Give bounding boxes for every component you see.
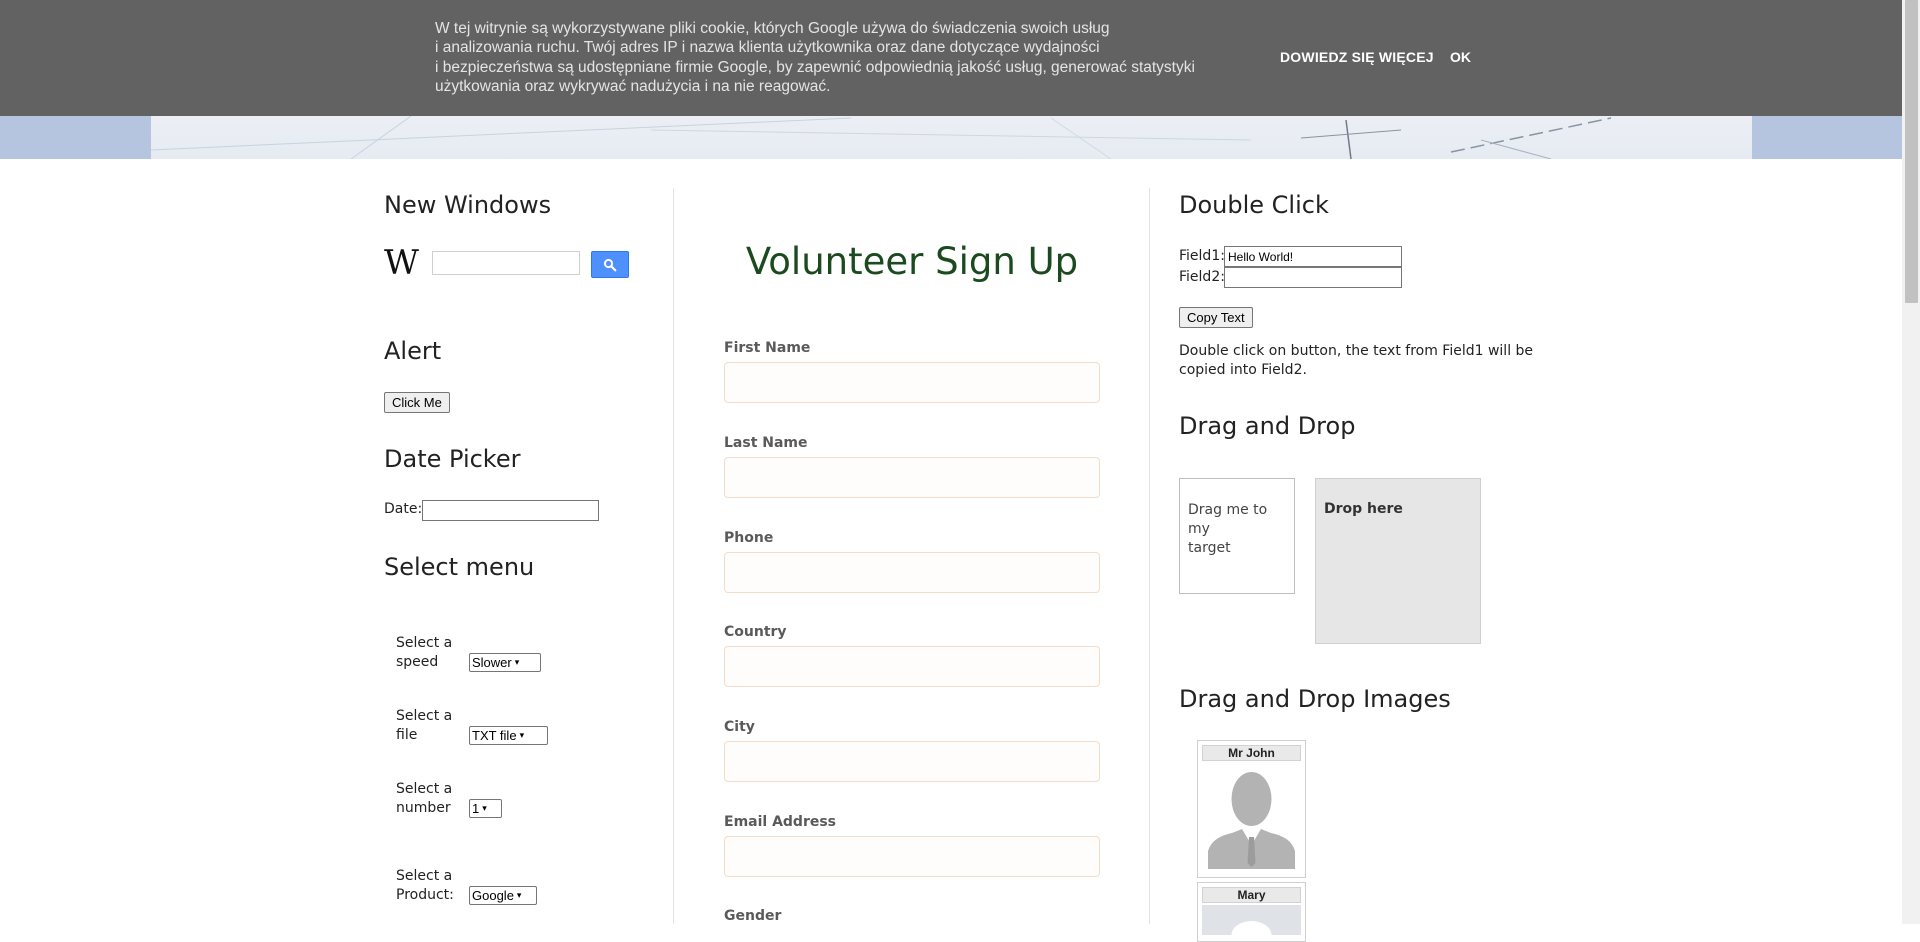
city-label: City xyxy=(724,719,755,735)
field1-label: Field1: xyxy=(1179,248,1225,264)
number-select-value: 1 xyxy=(472,801,480,816)
country-label: Country xyxy=(724,624,787,640)
search-icon xyxy=(603,258,617,271)
first-name-label: First Name xyxy=(724,340,811,356)
cookie-message-line: i analizowania ruchu. Twój adres IP i na… xyxy=(435,39,1100,57)
product-label-line: Product: xyxy=(396,887,454,903)
copy-text-button[interactable]: Copy Text xyxy=(1179,307,1253,328)
gallery-item-mr-john[interactable]: Mr John xyxy=(1197,740,1306,878)
country-input[interactable] xyxy=(724,646,1100,687)
person-avatar-icon xyxy=(1202,905,1301,935)
speed-select[interactable]: Slower ▾ xyxy=(469,653,541,672)
wikipedia-logo: W xyxy=(384,243,419,283)
last-name-label: Last Name xyxy=(724,435,808,451)
chevron-down-icon: ▾ xyxy=(482,803,487,813)
learn-more-link[interactable]: DOWIEDZ SIĘ WIĘCEJ xyxy=(1280,49,1434,65)
chevron-down-icon: ▾ xyxy=(514,657,520,667)
speed-select-value: Slower xyxy=(472,655,512,670)
number-select[interactable]: 1 ▾ xyxy=(469,799,502,818)
copy-description-line: Double click on button, the text from Fi… xyxy=(1179,343,1534,359)
number-label-line: number xyxy=(396,800,451,816)
alert-title: Alert xyxy=(384,337,442,365)
column-divider xyxy=(1149,188,1150,924)
column-divider xyxy=(673,188,674,924)
speed-select-label: Select a speed xyxy=(396,634,466,672)
file-select-label: Select a file xyxy=(396,707,466,745)
copy-description: Double click on button, the text from Fi… xyxy=(1179,342,1533,380)
product-label-line: Select a xyxy=(396,868,453,884)
number-label-line: Select a xyxy=(396,781,453,797)
field1-input[interactable] xyxy=(1224,246,1402,267)
date-label: Date: xyxy=(384,501,423,517)
gallery-item-name: Mary xyxy=(1202,887,1301,903)
scrollbar-thumb[interactable] xyxy=(1905,0,1918,303)
chevron-down-icon: ▾ xyxy=(516,890,522,900)
cookie-message-line: użytkowania oraz wykrywać nadużycia i na… xyxy=(435,77,831,95)
first-name-input[interactable] xyxy=(724,362,1100,403)
file-select-value: TXT file xyxy=(472,728,517,743)
file-label-line: file xyxy=(396,727,418,743)
drag-drop-title: Drag and Drop xyxy=(1179,412,1356,440)
speed-label-line: Select a xyxy=(396,635,453,651)
gallery-item-mary[interactable]: Mary xyxy=(1197,882,1306,942)
draggable-box[interactable]: Drag me to my target xyxy=(1179,478,1295,594)
cookie-ok-button[interactable]: OK xyxy=(1450,49,1471,65)
product-select-label: Select a Product: xyxy=(396,867,466,905)
wikipedia-search-button[interactable] xyxy=(591,251,629,278)
date-picker-title: Date Picker xyxy=(384,445,521,473)
product-select-value: Google xyxy=(472,888,514,903)
cookie-message-line: W tej witrynie są wykorzystywane pliki c… xyxy=(435,20,1110,37)
phone-label: Phone xyxy=(724,530,774,546)
gallery-item-name: Mr John xyxy=(1202,745,1301,761)
cookie-message-line: i bezpieczeństwa są udostępniane firmie … xyxy=(435,58,1195,76)
cookie-consent-bar: W tej witrynie są wykorzystywane pliki c… xyxy=(0,0,1902,116)
new-windows-title: New Windows xyxy=(384,191,552,219)
drag-images-title: Drag and Drop Images xyxy=(1179,685,1451,713)
gender-label: Gender xyxy=(724,908,782,924)
field2-label: Field2: xyxy=(1179,269,1225,285)
drop-target[interactable]: Drop here xyxy=(1315,478,1481,644)
email-input[interactable] xyxy=(724,836,1100,877)
cookie-message: W tej witrynie są wykorzystywane pliki c… xyxy=(435,19,1235,96)
number-select-label: Select a number xyxy=(396,780,466,818)
double-click-title: Double Click xyxy=(1179,191,1329,219)
file-select[interactable]: TXT file ▾ xyxy=(469,726,548,745)
city-input[interactable] xyxy=(724,741,1100,782)
drop-target-label: Drop here xyxy=(1324,501,1403,517)
last-name-input[interactable] xyxy=(724,457,1100,498)
field2-input[interactable] xyxy=(1224,267,1402,288)
file-label-line: Select a xyxy=(396,708,453,724)
phone-input[interactable] xyxy=(724,552,1100,593)
copy-description-line: copied into Field2. xyxy=(1179,362,1307,378)
email-label: Email Address xyxy=(724,814,837,830)
draggable-text-line: Drag me to my xyxy=(1188,502,1268,537)
date-input[interactable] xyxy=(422,500,599,521)
click-me-button[interactable]: Click Me xyxy=(384,392,450,413)
person-avatar-icon xyxy=(1202,763,1301,869)
product-select[interactable]: Google ▾ xyxy=(469,886,537,905)
wikipedia-search-input[interactable] xyxy=(432,251,580,275)
page-scrollbar[interactable] xyxy=(1902,0,1920,924)
select-menu-title: Select menu xyxy=(384,553,535,581)
speed-label-line: speed xyxy=(396,654,439,670)
chevron-down-icon: ▾ xyxy=(519,730,525,740)
form-title: Volunteer Sign Up xyxy=(745,240,1079,283)
draggable-text-line: target xyxy=(1188,540,1231,556)
